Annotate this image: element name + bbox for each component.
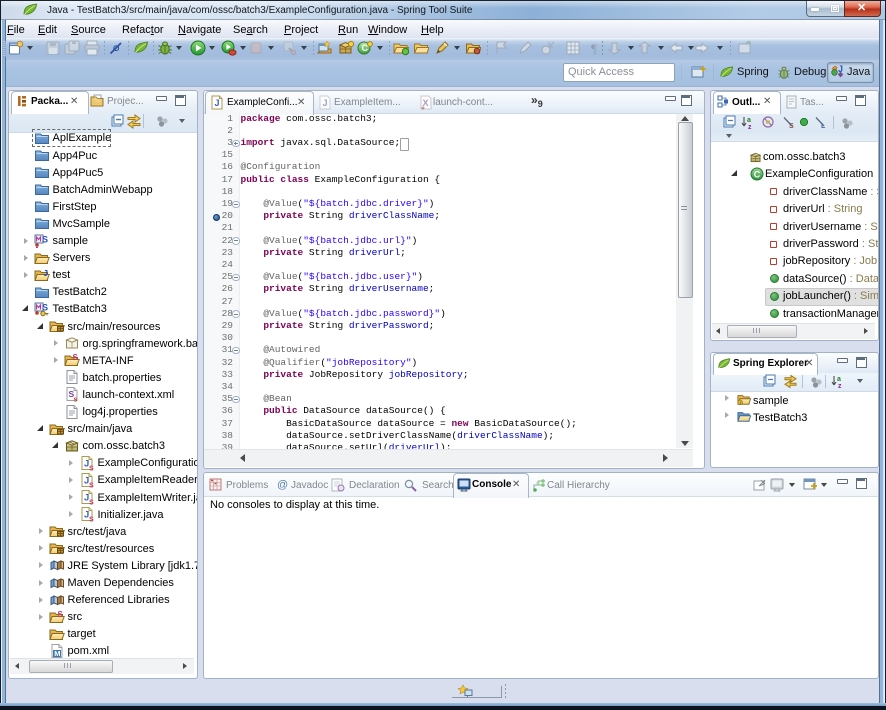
svg-text:S: S <box>72 353 78 362</box>
svg-text:S: S <box>89 482 94 488</box>
svg-text:S: S <box>42 234 48 244</box>
svg-text:J: J <box>838 64 843 74</box>
svg-text:S: S <box>57 610 63 619</box>
svg-text:z: z <box>748 124 752 130</box>
svg-text:M: M <box>54 649 60 658</box>
svg-text:z: z <box>838 383 842 389</box>
svg-text:S: S <box>89 500 94 506</box>
svg-text:J: J <box>43 269 48 279</box>
svg-text:L: L <box>821 123 826 130</box>
svg-text:X: X <box>423 98 429 108</box>
svg-text:J: J <box>215 98 220 108</box>
svg-text:J: J <box>323 98 328 108</box>
svg-text:a: a <box>747 117 751 124</box>
svg-text:C: C <box>754 169 761 179</box>
svg-text:S: S <box>89 517 94 523</box>
svg-text:S: S <box>89 465 94 471</box>
svg-text:¶: ¶ <box>591 41 597 56</box>
svg-text:S: S <box>789 123 794 130</box>
svg-text:s: s <box>73 397 77 403</box>
svg-text:a: a <box>837 376 841 383</box>
